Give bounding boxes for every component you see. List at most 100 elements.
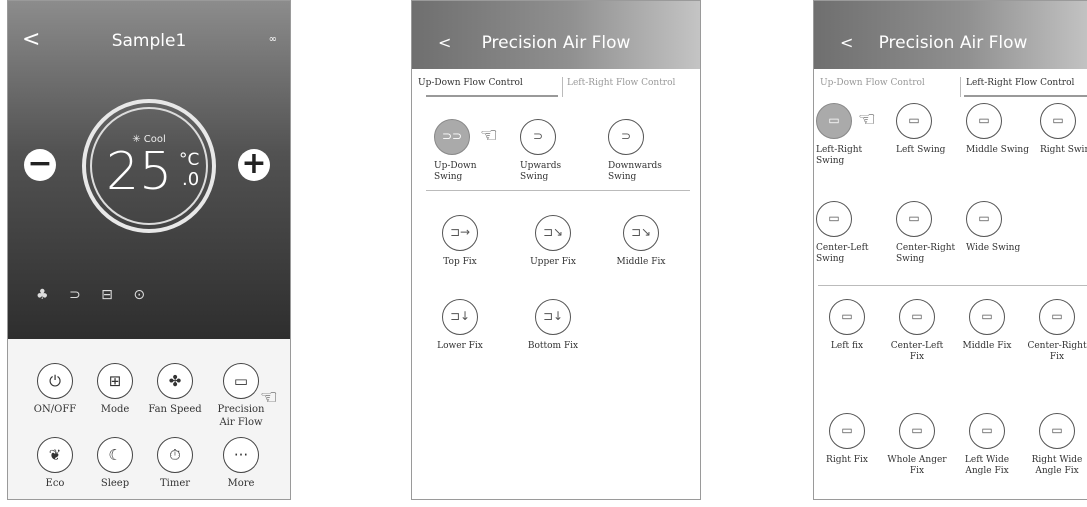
pointing-hand-icon: ☜ <box>858 107 876 131</box>
pointing-hand-icon: ☜ <box>480 123 498 147</box>
tab-leftright[interactable]: Left-Right Flow Control <box>966 78 1074 88</box>
right-fix-option[interactable]: ▭ Right Fix <box>814 413 880 466</box>
right-swing-option[interactable]: ▭ Right Swing <box>1040 103 1087 156</box>
tab-updown[interactable]: Up-Down Flow Control <box>820 78 925 88</box>
more-options-icon[interactable]: ∞ <box>269 34 277 45</box>
header: < Precision Air Flow <box>412 1 700 69</box>
page-title: Precision Air Flow <box>481 33 631 53</box>
section-divider <box>426 190 690 191</box>
fan-speed-label: Fan Speed <box>148 404 202 415</box>
left-wide-angle-fix-icon: ▭ <box>969 413 1005 449</box>
control-buttons: ⏻ ON/OFF ⊞ Mode ✤ Fan Speed ▭ Precision … <box>8 339 290 499</box>
leftright-swing-icon: ▭ <box>816 103 852 139</box>
mode-icon: ⊞ <box>97 363 133 399</box>
option-label: Center-Right Fix <box>1027 341 1087 362</box>
center-left-fix-option[interactable]: ▭ Center-Left Fix <box>884 299 950 363</box>
onoff-label: ON/OFF <box>33 404 77 415</box>
timer-label: Timer <box>159 478 191 489</box>
active-tab-underline <box>426 95 558 97</box>
pointing-hand-icon: ☜ <box>260 385 278 409</box>
fan-icon: ✤ <box>157 363 193 399</box>
top-fix-option[interactable]: ⊐→ Top Fix <box>427 215 493 268</box>
option-label: Left fix <box>830 341 864 351</box>
tab-divider <box>960 77 961 97</box>
eco-label: Eco <box>45 478 65 489</box>
fan-speed-button[interactable]: ✤ Fan Speed <box>144 363 206 416</box>
right-wide-angle-fix-option[interactable]: ▭ Right Wide Angle Fix <box>1024 413 1087 477</box>
active-tab-underline <box>964 95 1087 97</box>
eco-button[interactable]: ❦ Eco <box>24 437 86 490</box>
page-title: Precision Air Flow <box>878 33 1028 53</box>
left-swing-option[interactable]: ▭ Left Swing <box>896 103 962 156</box>
power-icon: ⏻ <box>37 363 73 399</box>
center-right-swing-option[interactable]: ▭ Center-Right Swing <box>896 201 962 265</box>
option-label: Upper Fix <box>530 257 576 267</box>
updown-swing-icon: ⊃⊃ <box>434 119 470 155</box>
left-swing-icon: ▭ <box>896 103 932 139</box>
center-left-swing-option[interactable]: ▭ Center-Left Swing <box>816 201 882 265</box>
center-right-fix-icon: ▭ <box>1039 299 1075 335</box>
right-fix-icon: ▭ <box>829 413 865 449</box>
flow-tabs: Up-Down Flow Control Left-Right Flow Con… <box>814 75 1087 97</box>
center-right-fix-option[interactable]: ▭ Center-Right Fix <box>1024 299 1087 363</box>
option-label: Center-Right Swing <box>896 243 956 264</box>
left-fix-icon: ▭ <box>829 299 865 335</box>
middle-swing-icon: ▭ <box>966 103 1002 139</box>
more-button[interactable]: ··· More <box>210 437 272 490</box>
timer-button[interactable]: ⏱ Timer <box>144 437 206 490</box>
whole-angle-fix-option[interactable]: ▭ Whole Anger Fix <box>884 413 950 477</box>
leftright-flow-screen: < Precision Air Flow Up-Down Flow Contro… <box>813 0 1087 500</box>
device-title: Sample1 <box>111 31 187 51</box>
updown-flow-screen: < Precision Air Flow Up-Down Flow Contro… <box>411 0 701 500</box>
tab-updown[interactable]: Up-Down Flow Control <box>418 78 523 88</box>
sleep-label: Sleep <box>100 478 130 489</box>
middle-fix-icon: ⊐↘ <box>623 215 659 251</box>
downwards-swing-icon: ⊃ <box>608 119 644 155</box>
option-label: Right Fix <box>826 455 868 465</box>
increase-temp-button[interactable]: + <box>238 149 270 181</box>
status-icons: ♣ ⊃ ⊟ ⊙ <box>36 287 154 303</box>
bottom-fix-option[interactable]: ⊐↓ Bottom Fix <box>520 299 586 352</box>
upwards-swing-option[interactable]: ⊃ Upwards Swing <box>520 119 586 183</box>
option-label: Top Fix <box>443 257 477 267</box>
mode-label: Mode <box>100 404 130 415</box>
flow-tabs: Up-Down Flow Control Left-Right Flow Con… <box>412 75 700 97</box>
upper-fix-option[interactable]: ⊐↘ Upper Fix <box>520 215 586 268</box>
top-fix-icon: ⊐→ <box>442 215 478 251</box>
option-label: Left Swing <box>896 145 946 155</box>
lower-fix-icon: ⊐↓ <box>442 299 478 335</box>
middle-fix-option[interactable]: ⊐↘ Middle Fix <box>608 215 674 268</box>
lower-fix-option[interactable]: ⊐↓ Lower Fix <box>427 299 493 352</box>
option-label: Up-Down Swing <box>434 161 477 182</box>
tab-leftright[interactable]: Left-Right Flow Control <box>567 78 675 88</box>
upper-fix-icon: ⊐↘ <box>535 215 571 251</box>
left-wide-angle-fix-option[interactable]: ▭ Left Wide Angle Fix <box>954 413 1020 477</box>
option-label: Left Wide Angle Fix <box>964 455 1010 476</box>
center-left-swing-icon: ▭ <box>816 201 852 237</box>
mode-button[interactable]: ⊞ Mode <box>84 363 146 416</box>
middle-swing-option[interactable]: ▭ Middle Swing <box>966 103 1032 156</box>
left-fix-option[interactable]: ▭ Left fix <box>814 299 880 352</box>
temperature-panel: < Sample1 ∞ ✳ Cool 25 °C .0 − + ♣ ⊃ ⊟ ⊙ <box>8 1 290 339</box>
option-label: Middle Fix <box>962 341 1012 351</box>
option-label: Middle Fix <box>616 257 666 267</box>
middle-fix-option[interactable]: ▭ Middle Fix <box>954 299 1020 352</box>
decrease-temp-button[interactable]: − <box>24 149 56 181</box>
option-label: Middle Swing <box>966 145 1029 155</box>
option-label: Downwards Swing <box>608 161 662 182</box>
sleep-icon: ☾ <box>97 437 133 473</box>
sleep-button[interactable]: ☾ Sleep <box>84 437 146 490</box>
option-label: Wide Swing <box>966 243 1021 253</box>
temperature-unit: °C <box>179 150 200 170</box>
option-label: Left-Right Swing <box>816 145 863 166</box>
onoff-button[interactable]: ⏻ ON/OFF <box>24 363 86 416</box>
option-label: Center-Left Fix <box>890 341 944 362</box>
bottom-fix-icon: ⊐↓ <box>535 299 571 335</box>
right-swing-icon: ▭ <box>1040 103 1076 139</box>
downwards-swing-option[interactable]: ⊃ Downwards Swing <box>608 119 674 183</box>
wide-swing-option[interactable]: ▭ Wide Swing <box>966 201 1032 254</box>
center-left-fix-icon: ▭ <box>899 299 935 335</box>
section-divider <box>818 285 1087 286</box>
option-label: Lower Fix <box>437 341 483 351</box>
temperature-decimal: .0 <box>182 169 200 190</box>
